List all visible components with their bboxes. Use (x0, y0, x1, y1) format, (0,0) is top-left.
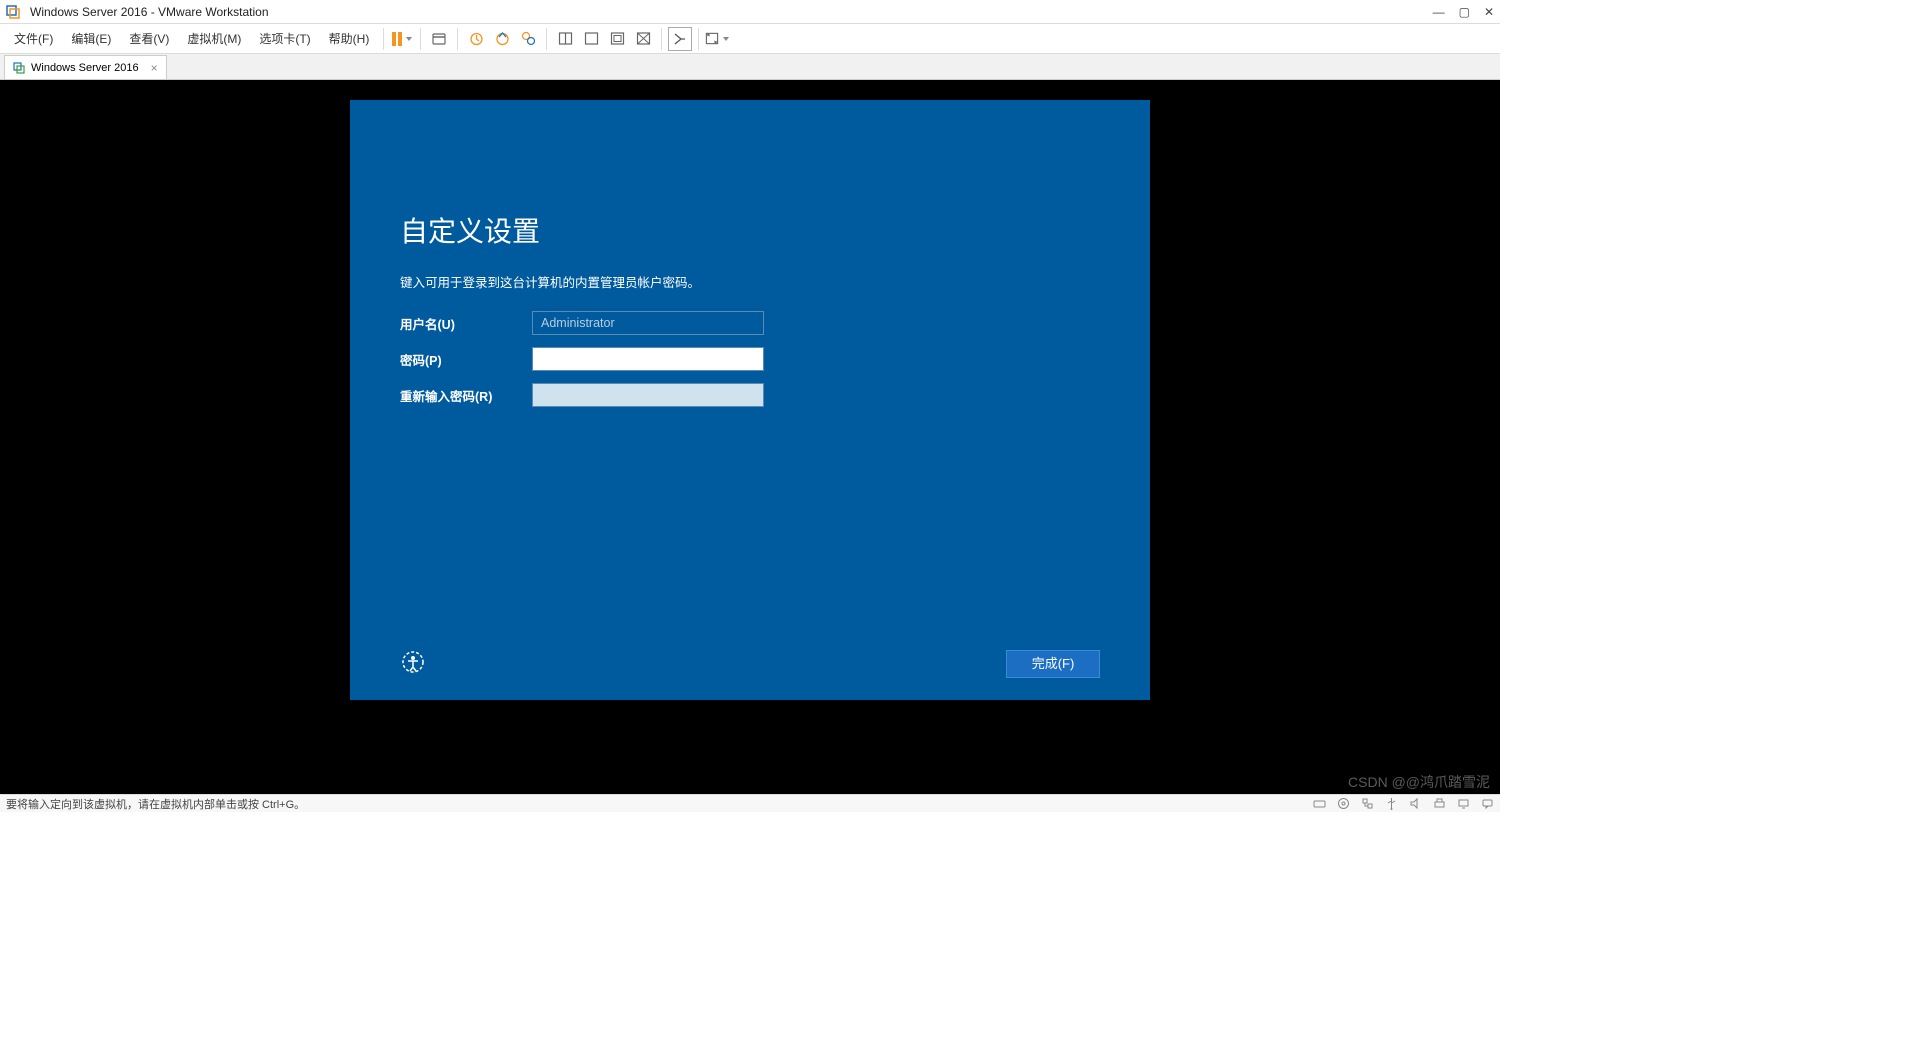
menu-file[interactable]: 文件(F) (6, 27, 61, 50)
network-icon[interactable] (1360, 797, 1374, 811)
vmware-icon (6, 5, 20, 19)
sound-icon[interactable] (1408, 797, 1422, 811)
vm-tab[interactable]: Windows Server 2016 × (4, 55, 167, 79)
snapshot-manager-button[interactable] (516, 27, 540, 51)
reenter-password-row: 重新输入密码(R) (400, 383, 1100, 407)
username-input (532, 311, 764, 335)
finish-button[interactable]: 完成(F) (1006, 650, 1100, 678)
separator (383, 28, 384, 50)
printer-icon[interactable] (1432, 797, 1446, 811)
tab-close-button[interactable]: × (151, 61, 158, 75)
guest-screen[interactable]: 自定义设置 键入可用于登录到这台计算机的内置管理员帐户密码。 用户名(U) 密码… (350, 100, 1150, 700)
display-icon[interactable] (1456, 797, 1470, 811)
menubar: 文件(F) 编辑(E) 查看(V) 虚拟机(M) 选项卡(T) 帮助(H) (0, 24, 1500, 54)
username-label: 用户名(U) (400, 314, 532, 333)
view-unity-button[interactable] (631, 27, 655, 51)
snapshot-take-button[interactable] (464, 27, 488, 51)
tabstrip: Windows Server 2016 × (0, 54, 1500, 80)
setup-title: 自定义设置 (400, 210, 1100, 250)
minimize-button[interactable]: — (1433, 5, 1445, 19)
menu-edit[interactable]: 编辑(E) (63, 27, 119, 50)
separator (457, 28, 458, 50)
vm-tab-label: Windows Server 2016 (31, 62, 139, 74)
view-console-button[interactable] (579, 27, 603, 51)
window-controls: — ▢ ✕ (1433, 5, 1494, 19)
username-row: 用户名(U) (400, 311, 1100, 335)
statusbar: 要将输入定向到该虚拟机，请在虚拟机内部单击或按 Ctrl+G。 (0, 794, 1500, 812)
setup-panel: 自定义设置 键入可用于登录到这台计算机的内置管理员帐户密码。 用户名(U) 密码… (400, 210, 1100, 419)
snapshot-revert-button[interactable] (490, 27, 514, 51)
separator (661, 28, 662, 50)
cd-icon[interactable] (1336, 797, 1350, 811)
view-single-button[interactable] (553, 27, 577, 51)
fullscreen-button[interactable] (705, 27, 729, 51)
menu-vm[interactable]: 虚拟机(M) (179, 27, 249, 50)
maximize-button[interactable]: ▢ (1459, 5, 1470, 19)
send-ctrl-alt-del-button[interactable] (427, 27, 451, 51)
menu-help[interactable]: 帮助(H) (321, 27, 378, 50)
password-row: 密码(P) (400, 347, 1100, 371)
ease-of-access-button[interactable] (400, 649, 426, 678)
vm-tab-icon (13, 62, 25, 74)
menu-view[interactable]: 查看(V) (121, 27, 177, 50)
menu-tabs[interactable]: 选项卡(T) (251, 27, 318, 50)
statusbar-hint: 要将输入定向到该虚拟机，请在虚拟机内部单击或按 Ctrl+G。 (6, 796, 1312, 812)
password-label: 密码(P) (400, 350, 532, 369)
separator (698, 28, 699, 50)
password-input[interactable] (532, 347, 764, 371)
titlebar: Windows Server 2016 - VMware Workstation… (0, 0, 1500, 24)
pause-button[interactable] (390, 27, 414, 51)
enter-vm-button[interactable] (668, 27, 692, 51)
vm-viewport[interactable]: 自定义设置 键入可用于登录到这台计算机的内置管理员帐户密码。 用户名(U) 密码… (0, 80, 1500, 794)
usb-icon[interactable] (1384, 797, 1398, 811)
window-title: Windows Server 2016 - VMware Workstation (30, 5, 1433, 19)
statusbar-devices (1312, 797, 1494, 811)
view-stretch-button[interactable] (605, 27, 629, 51)
message-icon[interactable] (1480, 797, 1494, 811)
close-button[interactable]: ✕ (1484, 5, 1494, 19)
separator (420, 28, 421, 50)
harddisk-icon[interactable] (1312, 797, 1326, 811)
reenter-password-label: 重新输入密码(R) (400, 386, 532, 405)
reenter-password-input[interactable] (532, 383, 764, 407)
setup-description: 键入可用于登录到这台计算机的内置管理员帐户密码。 (400, 272, 1100, 291)
separator (546, 28, 547, 50)
